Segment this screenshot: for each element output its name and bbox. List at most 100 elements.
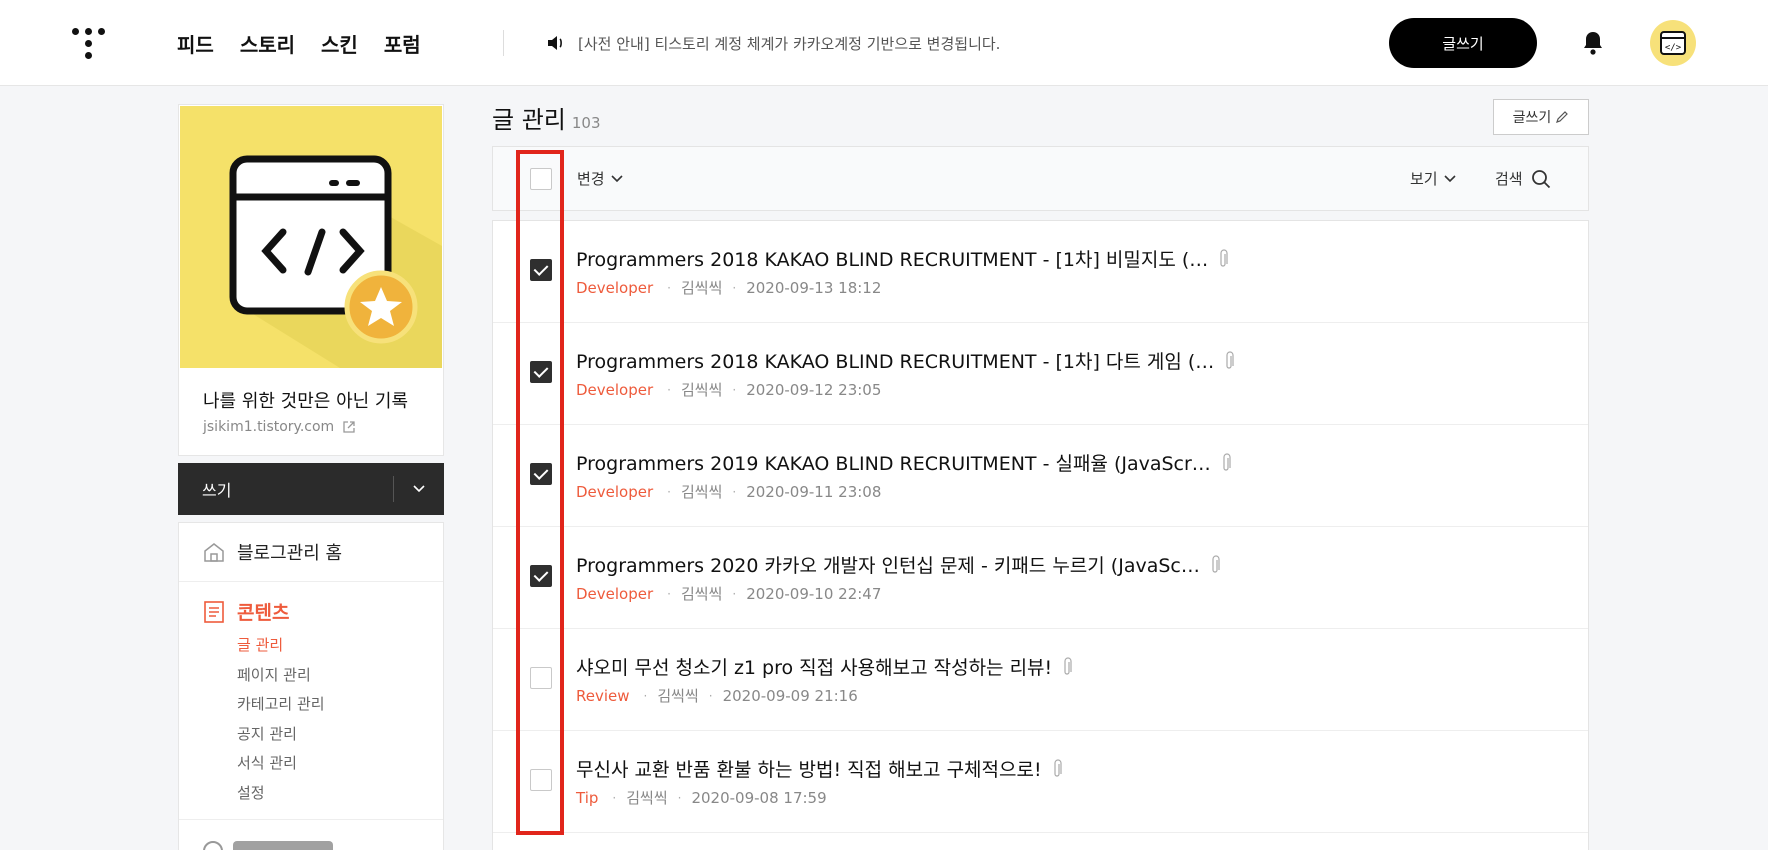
page-title: 글 관리 103 <box>492 100 601 135</box>
meta-dot: · <box>667 382 671 397</box>
bell-icon[interactable] <box>1581 30 1605 56</box>
post-title-link[interactable]: 샤오미 무선 청소기 z1 pro 직접 사용해보고 작성하는 리뷰! <box>576 653 1072 680</box>
post-title: Programmers 2018 KAKAO BLIND RECRUITMENT… <box>576 351 1215 373</box>
attachment-icon <box>1223 452 1231 471</box>
list-toolbar: 변경 보기 검색 <box>492 146 1589 211</box>
small-write-label: 글쓰기 <box>1512 110 1552 126</box>
attachment-icon <box>1226 350 1234 369</box>
post-title: Programmers 2019 KAKAO BLIND RECRUITMENT… <box>576 453 1211 475</box>
notice-text: [사전 안내] 티스토리 계정 체계가 카카오계정 기반으로 변경됩니다. <box>578 34 1001 53</box>
select-all-checkbox[interactable] <box>530 168 552 190</box>
submenu-category-manage[interactable]: 카테고리 관리 <box>237 693 325 723</box>
post-title-link[interactable]: 무신사 교환 반품 환불 하는 방법! 직접 해보고 구체적으로! <box>576 755 1062 782</box>
attachment-icon <box>1212 554 1220 573</box>
meta-dot: · <box>667 586 671 601</box>
post-author: 김씩씩 <box>680 585 723 603</box>
code-window-icon: </> <box>1660 31 1686 55</box>
submenu-notice-manage[interactable]: 공지 관리 <box>237 723 325 753</box>
post-category[interactable]: Developer <box>576 279 653 297</box>
post-author: 김씩씩 <box>680 381 723 399</box>
blog-thumbnail[interactable] <box>180 106 442 368</box>
post-meta: Developer · 김씩씩 · 2020-09-12 23:05 <box>576 379 881 400</box>
blog-profile-card: 나를 위한 것만은 아닌 기록 jsikim1.tistory.com <box>178 104 444 456</box>
post-author: 김씩씩 <box>626 789 668 807</box>
meta-dot: · <box>732 484 737 499</box>
post-title: 샤오미 무선 청소기 z1 pro 직접 사용해보고 작성하는 리뷰! <box>576 657 1053 679</box>
blog-url-text: jsikim1.tistory.com <box>203 419 335 435</box>
post-category[interactable]: Developer <box>576 381 653 399</box>
cutoff-label <box>233 841 333 850</box>
submenu-page-manage[interactable]: 페이지 관리 <box>237 664 325 694</box>
sidebar-write-button[interactable]: 쓰기 <box>178 477 393 501</box>
meta-dot: · <box>612 790 617 805</box>
post-date: 2020-09-10 22:47 <box>746 584 882 603</box>
change-label: 변경 <box>577 170 605 188</box>
post-row: 샤오미 무선 청소기 z1 pro 직접 사용해보고 작성하는 리뷰! Revi… <box>493 629 1588 731</box>
change-dropdown[interactable]: 변경 <box>577 147 623 210</box>
nav-feed[interactable]: 피드 <box>177 29 214 58</box>
notice-banner[interactable]: [사전 안내] 티스토리 계정 체계가 카카오계정 기반으로 변경됩니다. <box>546 0 1000 86</box>
post-checkbox[interactable] <box>530 667 552 689</box>
submenu-settings[interactable]: 설정 <box>237 782 325 812</box>
search-icon <box>1531 169 1550 188</box>
post-meta: Developer · 김씩씩 · 2020-09-13 18:12 <box>576 277 881 298</box>
small-write-button[interactable]: 글쓰기 <box>1493 99 1589 135</box>
post-date: 2020-09-09 21:16 <box>722 686 858 705</box>
chevron-down-icon <box>611 174 623 182</box>
meta-dot: · <box>732 586 737 601</box>
post-category[interactable]: Review <box>576 687 630 705</box>
chevron-down-icon[interactable] <box>394 463 444 515</box>
home-icon <box>204 543 224 562</box>
post-checkbox[interactable] <box>530 769 552 791</box>
attachment-icon <box>1064 656 1072 675</box>
sidebar-item-content[interactable]: 콘텐츠 <box>203 598 289 625</box>
nav-story[interactable]: 스토리 <box>240 29 295 58</box>
content-submenu: 글 관리 페이지 관리 카테고리 관리 공지 관리 서식 관리 설정 <box>237 634 325 811</box>
post-checkbox[interactable] <box>530 565 552 587</box>
search-button[interactable]: 검색 <box>1495 147 1551 210</box>
post-category[interactable]: Developer <box>576 585 653 603</box>
user-avatar[interactable]: </> <box>1650 20 1696 66</box>
post-author: 김씩씩 <box>680 279 723 297</box>
view-dropdown[interactable]: 보기 <box>1410 147 1456 210</box>
sidebar-item-content-label: 콘텐츠 <box>237 602 290 624</box>
submenu-template-manage[interactable]: 서식 관리 <box>237 752 325 782</box>
post-category[interactable]: Tip <box>576 789 598 807</box>
post-category[interactable]: Developer <box>576 483 653 501</box>
post-list: Programmers 2018 KAKAO BLIND RECRUITMENT… <box>492 220 1589 850</box>
meta-dot: · <box>643 688 648 703</box>
post-meta: Tip · 김씩씩 · 2020-09-08 17:59 <box>576 787 827 808</box>
write-post-button[interactable]: 글쓰기 <box>1389 18 1537 68</box>
sidebar-write-bar: 쓰기 <box>178 463 444 515</box>
post-checkbox[interactable] <box>530 463 552 485</box>
post-meta: Developer · 김씩씩 · 2020-09-10 22:47 <box>576 583 881 604</box>
post-date: 2020-09-11 23:08 <box>746 482 882 501</box>
meta-dot: · <box>708 688 713 703</box>
post-meta: Review · 김씩씩 · 2020-09-09 21:16 <box>576 685 858 706</box>
main-nav: 피드 스토리 스킨 포럼 <box>177 0 421 86</box>
post-author: 김씩씩 <box>657 687 699 705</box>
post-checkbox[interactable] <box>530 361 552 383</box>
post-title-link[interactable]: Programmers 2019 KAKAO BLIND RECRUITMENT… <box>576 449 1231 476</box>
post-title-link[interactable]: Programmers 2018 KAKAO BLIND RECRUITMENT… <box>576 347 1234 374</box>
post-checkbox[interactable] <box>530 259 552 281</box>
post-title-link[interactable]: Programmers 2020 카카오 개발자 인턴십 문제 - 키패드 누르… <box>576 551 1220 578</box>
nav-divider <box>503 30 504 56</box>
submenu-post-manage[interactable]: 글 관리 <box>237 634 325 664</box>
pencil-icon <box>1556 111 1569 123</box>
nav-skin[interactable]: 스킨 <box>321 29 358 58</box>
post-row: 무신사 교환 반품 환불 하는 방법! 직접 해보고 구체적으로! Tip · … <box>493 731 1588 833</box>
sidebar-item-cutoff[interactable] <box>203 841 363 850</box>
tistory-logo-icon[interactable] <box>72 26 106 60</box>
sidebar-item-home[interactable]: 블로그관리 홈 <box>203 539 342 565</box>
document-icon <box>204 600 224 623</box>
sidebar-menu: 블로그관리 홈 콘텐츠 글 관리 페이지 관리 카테고리 관리 공지 관리 서식… <box>178 522 444 850</box>
external-link-icon <box>343 421 355 433</box>
meta-dot: · <box>732 280 737 295</box>
menu-divider <box>179 581 443 582</box>
blog-url-link[interactable]: jsikim1.tistory.com <box>203 419 356 435</box>
comment-icon <box>203 841 223 850</box>
nav-forum[interactable]: 포럼 <box>384 29 421 58</box>
blog-name: 나를 위한 것만은 아닌 기록 <box>203 391 409 412</box>
post-title-link[interactable]: Programmers 2018 KAKAO BLIND RECRUITMENT… <box>576 245 1228 272</box>
